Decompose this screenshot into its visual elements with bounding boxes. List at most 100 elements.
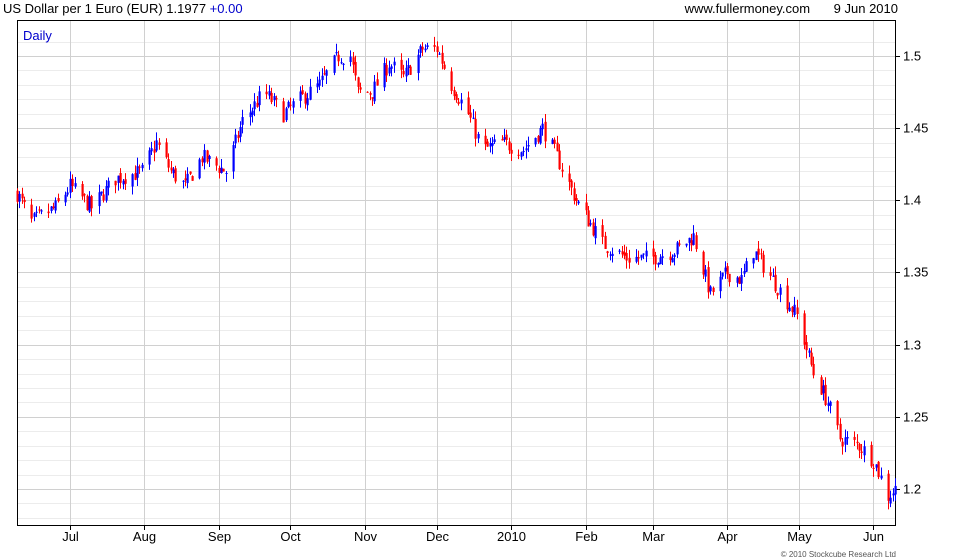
x-tick-label: Nov bbox=[354, 529, 378, 544]
candle-body bbox=[484, 135, 487, 145]
candle-body bbox=[527, 145, 530, 147]
y-tick-label: 1.45 bbox=[903, 121, 928, 136]
candle-body bbox=[198, 159, 201, 179]
candle-body bbox=[388, 67, 391, 74]
candle-body bbox=[354, 61, 357, 76]
y-tick-label: 1.3 bbox=[903, 338, 921, 353]
candle-body bbox=[577, 201, 580, 204]
candle-body bbox=[30, 204, 33, 219]
candle-body bbox=[86, 195, 89, 211]
x-tick-label: May bbox=[787, 529, 812, 544]
candle-body bbox=[256, 102, 259, 107]
candle-body bbox=[628, 257, 631, 263]
candle-body bbox=[573, 188, 576, 201]
candle-body bbox=[635, 256, 638, 262]
candle-body bbox=[287, 101, 290, 108]
candle-body bbox=[609, 254, 612, 256]
candle-body bbox=[803, 313, 806, 345]
candle-body bbox=[489, 143, 492, 147]
candle-body bbox=[892, 493, 895, 496]
candle-body bbox=[472, 117, 475, 119]
candle-body bbox=[400, 59, 403, 70]
candle-body bbox=[755, 251, 758, 260]
candle-body bbox=[124, 179, 127, 184]
candle-body bbox=[808, 350, 811, 353]
candle-body bbox=[743, 271, 746, 274]
candle-body bbox=[421, 46, 424, 50]
candle-body bbox=[604, 235, 607, 249]
candle-body bbox=[505, 134, 508, 141]
candle-body bbox=[153, 149, 156, 153]
candle-body bbox=[69, 178, 72, 193]
candle-body bbox=[220, 167, 223, 173]
candle-body bbox=[299, 91, 302, 101]
candle-body bbox=[517, 154, 520, 156]
candle-body bbox=[66, 192, 69, 195]
candle-body bbox=[860, 451, 863, 453]
candle-body bbox=[117, 175, 120, 183]
candle-body bbox=[534, 137, 537, 145]
y-tick-label: 1.4 bbox=[903, 193, 921, 208]
candle-body bbox=[443, 64, 446, 69]
candle-body bbox=[453, 90, 456, 97]
candle-body bbox=[589, 223, 592, 225]
candle-body bbox=[186, 173, 189, 184]
candle-body bbox=[877, 461, 880, 478]
candle-body bbox=[21, 193, 24, 199]
candle-body bbox=[796, 307, 799, 315]
candle-body bbox=[424, 48, 427, 51]
candle-body bbox=[292, 101, 295, 108]
candle-body bbox=[853, 436, 856, 440]
candle-body bbox=[503, 137, 506, 140]
candle-body bbox=[678, 243, 681, 245]
candle-body bbox=[486, 141, 489, 147]
candle-body bbox=[349, 56, 352, 62]
candle-body bbox=[654, 255, 657, 265]
candle-body bbox=[201, 158, 204, 163]
candle-body bbox=[525, 148, 528, 151]
candle-body bbox=[657, 263, 660, 265]
candle-body bbox=[556, 142, 559, 152]
candle-body bbox=[889, 497, 892, 504]
candle-body bbox=[426, 45, 429, 47]
y-tick-label: 1.5 bbox=[903, 49, 921, 64]
candle-body bbox=[52, 206, 55, 208]
candle-body bbox=[685, 243, 688, 246]
candle-body bbox=[407, 65, 410, 68]
candle-body bbox=[669, 256, 672, 261]
candle-body bbox=[839, 423, 842, 440]
candle-body bbox=[251, 110, 254, 115]
candle-body bbox=[625, 253, 628, 261]
candle-body bbox=[757, 248, 760, 255]
candle-body bbox=[537, 136, 540, 142]
candle-body bbox=[71, 178, 74, 187]
candle-body bbox=[138, 166, 141, 168]
candle-body bbox=[417, 54, 420, 74]
candle-body bbox=[856, 441, 859, 444]
y-tick-label: 1.35 bbox=[903, 265, 928, 280]
candle-body bbox=[618, 250, 621, 252]
candle-body bbox=[769, 272, 772, 276]
candle-body bbox=[541, 123, 544, 130]
candle-body bbox=[805, 342, 808, 351]
candle-body bbox=[40, 210, 43, 212]
candle-body bbox=[203, 149, 206, 163]
candle-body bbox=[405, 67, 408, 77]
candle-body bbox=[184, 178, 187, 181]
candle-body bbox=[844, 437, 847, 445]
candle-body bbox=[510, 149, 513, 154]
candle-body bbox=[438, 53, 441, 55]
candle-body bbox=[846, 437, 849, 439]
candle-body bbox=[522, 151, 525, 153]
interval-label: Daily bbox=[23, 28, 52, 43]
candle-body bbox=[824, 384, 827, 406]
candle-body bbox=[225, 172, 228, 174]
candle-body bbox=[16, 190, 19, 202]
candle-body bbox=[695, 235, 698, 250]
candle-body bbox=[539, 128, 542, 144]
candle-body bbox=[455, 94, 458, 101]
x-tick-label: Jul bbox=[62, 529, 79, 544]
candle-body bbox=[477, 133, 480, 139]
x-tick-label: Apr bbox=[717, 529, 738, 544]
candle-body bbox=[863, 446, 866, 456]
